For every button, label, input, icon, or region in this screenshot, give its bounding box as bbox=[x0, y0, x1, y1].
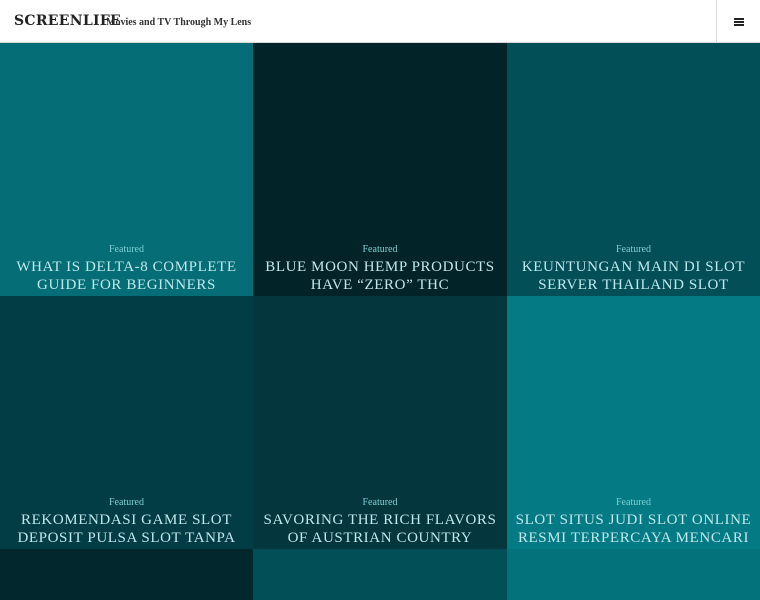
featured-post-tile[interactable] bbox=[253, 549, 507, 600]
featured-post-tile[interactable]: Featured Savoring the Rich Flavors of Au… bbox=[253, 296, 507, 549]
featured-label[interactable]: Featured bbox=[261, 495, 499, 511]
featured-post-tile[interactable] bbox=[507, 549, 760, 600]
site-tagline: Movies and TV Through My Lens bbox=[106, 17, 252, 28]
featured-label[interactable]: Featured bbox=[261, 242, 499, 258]
featured-post-tile[interactable]: Featured Rekomendasi Game Slot Deposit P… bbox=[0, 296, 253, 549]
post-title-link[interactable]: What is Delta-8 Complete Guide for Begin… bbox=[8, 258, 245, 294]
post-title-link[interactable]: Savoring the Rich Flavors of Austrian Co… bbox=[261, 511, 499, 547]
site-title[interactable]: SCREENLIFE bbox=[14, 13, 121, 29]
featured-label[interactable]: Featured bbox=[515, 495, 752, 511]
post-title-link[interactable]: Blue Moon Hemp Products Have “Zero” THC bbox=[261, 258, 499, 294]
featured-posts-grid: Featured What is Delta-8 Complete Guide … bbox=[0, 43, 760, 600]
featured-label[interactable]: Featured bbox=[8, 242, 245, 258]
hamburger-menu-icon bbox=[733, 17, 744, 26]
featured-post-tile[interactable]: Featured What is Delta-8 Complete Guide … bbox=[0, 43, 253, 296]
menu-toggle-button[interactable] bbox=[716, 0, 760, 43]
post-title-link[interactable]: Slot Situs Judi Slot Online Resmi Terper… bbox=[515, 511, 752, 547]
featured-post-tile[interactable] bbox=[0, 549, 253, 600]
featured-label[interactable]: Featured bbox=[8, 495, 245, 511]
featured-label[interactable]: Featured bbox=[515, 242, 752, 258]
site-header: SCREENLIFE Movies and TV Through My Lens bbox=[0, 0, 760, 43]
featured-post-tile[interactable]: Featured Blue Moon Hemp Products Have “Z… bbox=[253, 43, 507, 296]
post-title-link[interactable]: Rekomendasi Game Slot Deposit Pulsa Slot… bbox=[8, 511, 245, 547]
post-title-link[interactable]: Keuntungan Main di Slot Server Thailand … bbox=[515, 258, 752, 294]
featured-post-tile[interactable]: Featured Keuntungan Main di Slot Server … bbox=[507, 43, 760, 296]
featured-post-tile[interactable]: Featured Slot Situs Judi Slot Online Res… bbox=[507, 296, 760, 549]
